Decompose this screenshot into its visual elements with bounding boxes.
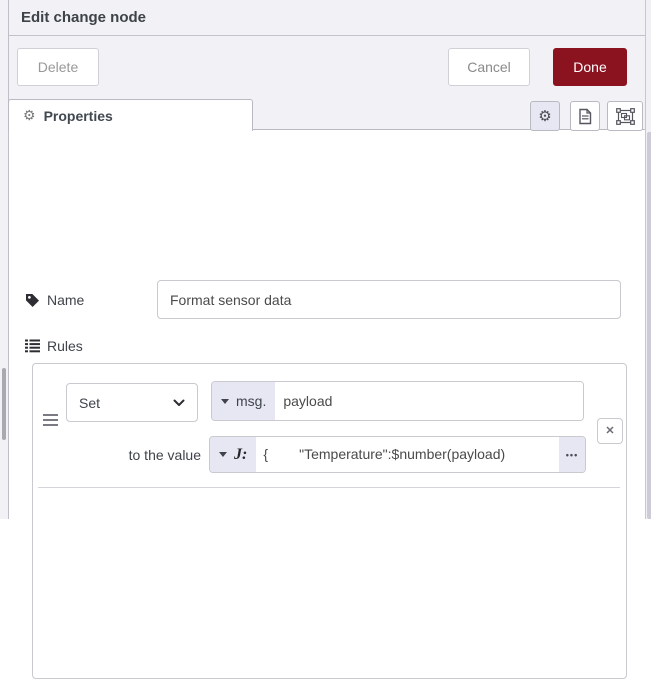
rule-action-value: Set bbox=[79, 395, 100, 411]
dialog-toolbar: Delete Cancel Done bbox=[9, 36, 651, 96]
property-type-button[interactable]: msg. bbox=[212, 382, 275, 420]
tag-icon bbox=[25, 293, 40, 308]
properties-view-button[interactable]: ⚙ bbox=[530, 101, 560, 131]
dialog-content: Name Rules bbox=[9, 130, 651, 519]
edit-change-node-dialog: Edit change node Delete Cancel Done ⚙ Pr… bbox=[8, 0, 651, 519]
appearance-view-button[interactable] bbox=[607, 101, 643, 131]
gear-icon: ⚙ bbox=[538, 107, 551, 125]
property-input[interactable] bbox=[275, 382, 583, 420]
rule-separator bbox=[38, 487, 620, 488]
value-type-button[interactable]: J: bbox=[210, 437, 256, 472]
tab-properties[interactable]: ⚙ Properties bbox=[8, 99, 253, 131]
dialog-title: Edit change node bbox=[21, 0, 146, 35]
document-icon bbox=[578, 108, 592, 125]
scrollbar-thumb[interactable] bbox=[647, 132, 651, 519]
caret-down-icon bbox=[219, 452, 227, 457]
list-icon bbox=[25, 339, 40, 353]
name-field-label: Name bbox=[25, 281, 84, 319]
expand-expression-button[interactable]: ••• bbox=[559, 437, 585, 472]
rule-action-select[interactable]: Set bbox=[66, 383, 198, 422]
caret-down-icon bbox=[221, 399, 229, 404]
rules-list: Set msg. to the value J: bbox=[32, 363, 627, 679]
tab-properties-label: Properties bbox=[44, 108, 113, 124]
remove-rule-button[interactable]: ✕ bbox=[597, 418, 623, 444]
description-view-button[interactable] bbox=[570, 101, 600, 131]
name-input[interactable] bbox=[157, 280, 621, 319]
name-label-text: Name bbox=[47, 292, 84, 308]
editor-tab-bar: ⚙ Properties ⚙ bbox=[9, 96, 651, 130]
rule-value-typedinput: J: { "Temperature":$number(payload) ••• bbox=[209, 436, 586, 473]
gear-icon: ⚙ bbox=[23, 107, 36, 124]
dialog-scrollbar[interactable] bbox=[645, 0, 651, 519]
rules-label-text: Rules bbox=[47, 338, 83, 354]
object-group-icon bbox=[616, 108, 635, 125]
dialog-header: Edit change node bbox=[9, 0, 651, 36]
property-type-label: msg. bbox=[236, 393, 266, 409]
rules-section-label: Rules bbox=[25, 335, 83, 357]
left-scrollbar-thumb[interactable] bbox=[2, 368, 6, 440]
jsonata-expression-icon: J: bbox=[234, 446, 247, 464]
workspace-edge bbox=[0, 0, 8, 519]
delete-button[interactable]: Delete bbox=[17, 48, 99, 86]
chevron-down-icon bbox=[173, 399, 185, 407]
rule-drag-handle-icon[interactable] bbox=[43, 414, 59, 428]
rule-property-typedinput: msg. bbox=[211, 381, 584, 421]
to-value-label: to the value bbox=[51, 442, 201, 468]
cancel-button[interactable]: Cancel bbox=[448, 48, 530, 86]
done-button[interactable]: Done bbox=[553, 48, 627, 86]
value-expression-input[interactable]: { "Temperature":$number(payload) bbox=[256, 437, 559, 472]
